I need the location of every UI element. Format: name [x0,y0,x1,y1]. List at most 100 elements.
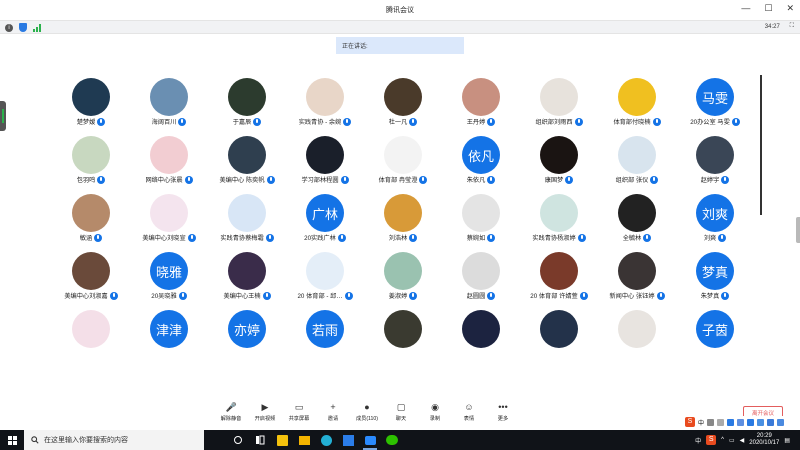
participant-tile[interactable]: 20 体育部 许婧萱 [520,250,598,302]
task-switch-icon[interactable] [250,430,270,450]
participant-tile[interactable]: 新闻中心 张钰婷 [598,250,676,302]
toolbar-emoji-button[interactable]: ☺ 表情 [452,403,486,423]
participant-tile[interactable]: 晓雅 20吴晓雅 [130,250,208,302]
signal-icon[interactable] [33,23,41,32]
grid-menu-icon[interactable] [777,418,785,426]
avatar [72,252,110,290]
keyboard-icon[interactable] [737,418,745,426]
start-button[interactable] [0,430,24,450]
toolbar-share-screen-button[interactable]: ▭ 共享屏幕 [282,403,316,423]
toolbar-more-button[interactable]: ••• 更多 [486,403,520,423]
participant-tile[interactable] [442,308,520,360]
participant-tile[interactable]: 美编中心 陈奕帆 [208,134,286,186]
scrollbar[interactable] [760,75,762,215]
participant-tile[interactable]: 刘爽 刘爽 [676,192,754,244]
tencent-meeting-taskbar-icon[interactable] [360,430,380,450]
mic-icon [643,233,652,242]
participant-tile[interactable]: 敏涵 [52,192,130,244]
participant-tile[interactable]: 全毓林 [598,192,676,244]
participant-tile[interactable]: 组织部 张仪 [598,134,676,186]
participant-tile[interactable]: 楚梦嫒 [52,76,130,128]
participant-name-row: 实践青协 - 余婉 [286,117,364,126]
participant-tile[interactable]: 梦真 朱梦真 [676,250,754,302]
qq-browser-icon[interactable] [316,430,336,450]
moon-icon[interactable] [707,418,715,426]
toolbar-chat-button[interactable]: ▢ 聊天 [384,403,418,423]
toolbar-record-button[interactable]: ◉ 录制 [418,403,452,423]
taskbar-search[interactable]: 在这里输入你要搜索的内容 [24,430,204,450]
shield-icon[interactable] [19,23,27,32]
participant-tile[interactable]: 实践青协 - 余婉 [286,76,364,128]
toolbar-video-off-button[interactable]: ▶ 开启视频 [248,403,282,423]
participant-tile[interactable]: 体育部付晓楠 [598,76,676,128]
participant-tile[interactable]: 海阔百川 [130,76,208,128]
participant-tile[interactable]: 组织部刘雨西 [520,76,598,128]
participant-tile[interactable]: 赵圆圆 [442,250,520,302]
chevron-up-icon[interactable]: ^ [721,437,724,443]
participant-tile[interactable]: 刘浩林 [364,192,442,244]
ime-mode[interactable]: 中 [698,418,704,427]
right-panel-handle[interactable] [796,217,800,243]
participant-tile[interactable]: 若雨 [286,308,364,360]
toolbar-mic-muted-button[interactable]: 🎤 解除静音 [214,403,248,423]
participant-tile[interactable]: 美编中心刘淑嘉 [52,250,130,302]
participant-tile[interactable]: 美编中心王楠 [208,250,286,302]
participant-tile[interactable]: 体育部 冉莹澄 [364,134,442,186]
participant-tile[interactable]: 蔡婉如 [442,192,520,244]
avatar: 马雯 [696,78,734,116]
participant-tile[interactable]: 包羽鸣 [52,134,130,186]
volume-icon[interactable]: ◀ [740,437,745,444]
participant-tile[interactable] [520,308,598,360]
system-clock[interactable]: 20:29 2020/10/17 [749,433,779,447]
participant-name-row: 学习部林程圆 [286,175,364,184]
participant-name: 朱梦真 [700,293,720,300]
sticky-notes-icon[interactable] [272,430,292,450]
participant-tile[interactable]: 学习部林程圆 [286,134,364,186]
task-view-icon[interactable] [228,430,248,450]
store-icon[interactable] [338,430,358,450]
participant-tile[interactable]: 王丹婷 [442,76,520,128]
participant-tile[interactable]: 姜淑婷 [364,250,442,302]
participant-tile[interactable]: 赵婷宇 [676,134,754,186]
participant-tile[interactable]: 津津 [130,308,208,360]
participant-tile[interactable] [364,308,442,360]
participant-tile[interactable]: 康国梦 [520,134,598,186]
participant-tile[interactable]: 依凡 朱依凡 [442,134,520,186]
participant-tile[interactable]: 广林 20实践广林 [286,192,364,244]
avatar [618,136,656,174]
participant-tile[interactable]: 美编中心刘晓宣 [130,192,208,244]
participant-tile[interactable]: 子茵 [676,308,754,360]
sogou-tray-icon[interactable]: S [706,435,717,445]
shirt-icon[interactable] [767,418,775,426]
participant-tile[interactable]: 网络中心张晨 [130,134,208,186]
participant-tile[interactable]: 杜一凡 [364,76,442,128]
invite-icon: + [330,402,336,412]
participant-tile[interactable]: 实践青协杨淑婷 [520,192,598,244]
maximize-button[interactable]: ☐ [764,3,772,14]
voice-icon[interactable] [727,418,735,426]
minimize-button[interactable]: — [741,3,750,14]
file-explorer-icon[interactable] [294,430,314,450]
fullscreen-icon[interactable]: ⛶ [790,23,794,30]
side-panel-handle[interactable] [0,101,6,131]
participant-tile[interactable]: 亦婷 [208,308,286,360]
participant-tile[interactable] [598,308,676,360]
user-icon[interactable] [747,418,755,426]
wechat-icon[interactable] [382,430,402,450]
comma-icon[interactable] [717,418,725,426]
participant-tile[interactable] [52,308,130,360]
notification-icon[interactable]: ▤ [784,437,790,444]
participant-tile[interactable]: 20 体育部 - 邱… [286,250,364,302]
participant-tile[interactable]: 实践青协蔡梅霜 [208,192,286,244]
avatar [618,310,656,348]
toolbar-invite-button[interactable]: + 邀请 [316,402,350,423]
skin-icon[interactable] [757,418,765,426]
network-icon[interactable]: ▭ [729,437,735,444]
info-icon[interactable]: i [5,23,13,32]
participant-tile[interactable]: 于嘉辰 [208,76,286,128]
close-button[interactable]: ✕ [786,3,794,14]
participant-tile[interactable]: 马雯 20办公室 马雯 [676,76,754,128]
tray-lang[interactable]: 中 [695,436,701,445]
toolbar-members-button[interactable]: ● 成员(110) [350,403,384,423]
sogou-ime-icon[interactable]: S [685,417,695,427]
